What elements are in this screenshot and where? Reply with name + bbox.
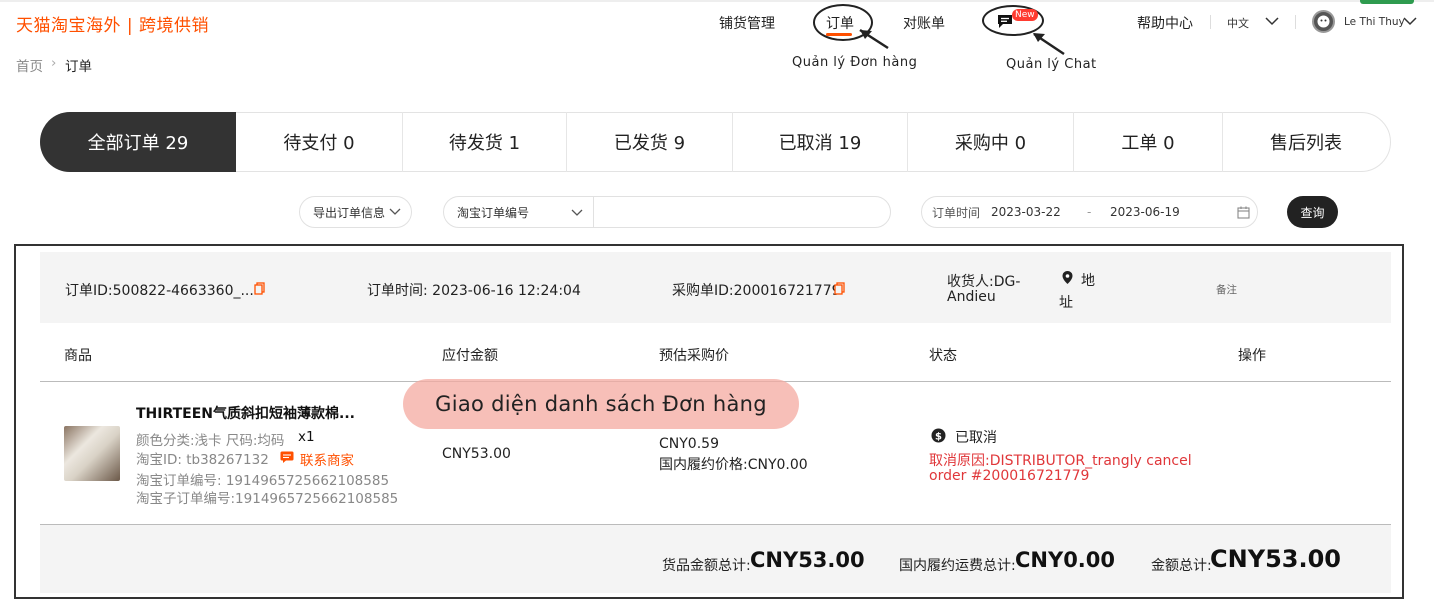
- chevron-down-icon: [389, 208, 401, 215]
- product-title[interactable]: THIRTEEN气质斜扣短袖薄款棉...: [136, 403, 355, 423]
- goods-total-value: CNY53.00: [750, 548, 865, 572]
- chevron-down-icon: [571, 209, 583, 216]
- status-indicator: [1360, 0, 1414, 4]
- shipping-total-value: CNY0.00: [1015, 548, 1116, 572]
- search-type-label: 淘宝订单编号: [457, 205, 530, 220]
- search-group: 淘宝订单编号: [443, 196, 891, 228]
- date-from[interactable]: 2023-03-22: [991, 205, 1061, 219]
- product-variant: 颜色分类:浅卡 尺码:均码: [136, 433, 285, 449]
- taobao-order-number: 淘宝订单编号: 1914965725662108585: [136, 473, 390, 489]
- tab-after-sales[interactable]: 售后列表: [1223, 112, 1389, 172]
- cancel-reason-line-2: order #200016721779: [929, 468, 1090, 484]
- chevron-down-icon[interactable]: [1403, 16, 1417, 26]
- tab-cancelled[interactable]: 已取消 19: [733, 112, 908, 172]
- export-order-dropdown[interactable]: 导出订单信息: [299, 196, 412, 228]
- date-label: 订单时间: [932, 205, 981, 220]
- date-to[interactable]: 2023-06-19: [1110, 205, 1180, 219]
- product-quantity: x1: [298, 429, 315, 445]
- search-input[interactable]: [594, 197, 890, 227]
- breadcrumb-current: 订单: [65, 59, 92, 75]
- grand-total-label: 金额总计:: [1151, 558, 1212, 574]
- tab-pending-payment[interactable]: 待支付 0: [236, 112, 403, 172]
- purchase-order-id: 采购单ID:200016721779: [672, 283, 841, 299]
- tab-tickets[interactable]: 工单 0: [1074, 112, 1223, 172]
- annotation-chat: Quản lý Chat: [1006, 57, 1097, 72]
- copy-icon[interactable]: [254, 282, 265, 295]
- payable-amount: CNY53.00: [442, 446, 511, 462]
- annotation-order-list: Giao diện danh sách Đơn hàng: [403, 379, 799, 429]
- copy-icon[interactable]: [834, 282, 845, 295]
- product-thumbnail[interactable]: [64, 426, 120, 481]
- breadcrumb-separator: ›: [51, 55, 57, 71]
- location-pin-icon[interactable]: [1061, 270, 1074, 285]
- breadcrumb-home[interactable]: 首页: [16, 55, 43, 75]
- top-border: [0, 0, 1434, 2]
- date-separator: -: [1087, 205, 1092, 219]
- tab-purchasing[interactable]: 采购中 0: [908, 112, 1074, 172]
- cancel-reason-line-1: 取消原因:DISTRIBUTOR_trangly cancel: [929, 453, 1192, 469]
- language-selector[interactable]: 中文: [1227, 15, 1249, 31]
- order-time: 订单时间: 2023-06-16 12:24:04: [367, 283, 581, 299]
- date-range-picker[interactable]: 订单时间 2023-03-22 - 2023-06-19: [921, 196, 1258, 228]
- tab-all-orders[interactable]: 全部订单 29: [40, 112, 236, 172]
- order-id: 订单ID:500822-4663360_...: [65, 283, 254, 299]
- query-button[interactable]: 查询: [1287, 196, 1338, 228]
- search-type-select[interactable]: 淘宝订单编号: [444, 197, 594, 227]
- dollar-icon: $: [931, 428, 946, 443]
- divider: [1210, 15, 1211, 29]
- calendar-icon[interactable]: [1237, 206, 1250, 219]
- chat-arrow-icon: [1033, 32, 1065, 56]
- help-center-link[interactable]: 帮助中心: [1137, 13, 1193, 33]
- user-name[interactable]: Le Thi Thuy: [1344, 16, 1405, 28]
- divider: [1295, 15, 1296, 29]
- contact-seller-link[interactable]: 联系商家: [300, 449, 354, 469]
- app-logo[interactable]: 天猫淘宝海外 | 跨境供销: [16, 11, 209, 36]
- column-product: 商品: [64, 348, 92, 364]
- export-label: 导出订单信息: [313, 205, 386, 220]
- chevron-down-icon[interactable]: [1265, 16, 1279, 26]
- tab-pending-shipment[interactable]: 待发货 1: [403, 112, 567, 172]
- taobao-sub-order-number: 淘宝子订单编号:1914965725662108585: [136, 491, 399, 507]
- address-line-2[interactable]: 址: [1059, 292, 1073, 312]
- address-line-1[interactable]: 地: [1081, 270, 1095, 290]
- taobao-id: 淘宝ID: tb38267132: [136, 452, 269, 468]
- nav-listing-management[interactable]: 铺货管理: [719, 13, 775, 33]
- chat-icon[interactable]: [997, 14, 1013, 29]
- remark-label[interactable]: 备注: [1216, 282, 1237, 297]
- status-badge: 已取消: [955, 430, 997, 446]
- annotation-orders: Quản lý Đơn hàng: [792, 55, 918, 70]
- column-est-price: 预估采购价: [659, 348, 729, 364]
- face-icon: [1317, 15, 1330, 28]
- column-payable: 应付金额: [442, 348, 498, 364]
- chat-new-badge: New: [1012, 9, 1038, 21]
- goods-total-label: 货品金额总计:: [662, 558, 751, 574]
- estimated-price: CNY0.59: [659, 436, 719, 452]
- grand-total-value: CNY53.00: [1210, 545, 1341, 573]
- receiver-line-1: 收货人:DG-: [947, 274, 1021, 290]
- tab-shipped[interactable]: 已发货 9: [567, 112, 733, 172]
- column-actions: 操作: [1238, 348, 1266, 364]
- nav-statements[interactable]: 对账单: [903, 13, 945, 33]
- avatar[interactable]: [1312, 10, 1335, 33]
- message-icon[interactable]: [280, 451, 294, 463]
- domestic-fulfillment-price: 国内履约价格:CNY0.00: [659, 457, 808, 473]
- receiver-line-2: Andieu: [947, 289, 996, 305]
- orders-arrow-icon: [859, 28, 889, 50]
- page-root: 天猫淘宝海外 | 跨境供销 铺货管理 订单 对账单 Quản lý Đơn hà…: [0, 0, 1434, 612]
- shipping-total-label: 国内履约运费总计:: [899, 558, 1016, 574]
- svg-text:$: $: [935, 432, 942, 443]
- column-status: 状态: [929, 348, 957, 364]
